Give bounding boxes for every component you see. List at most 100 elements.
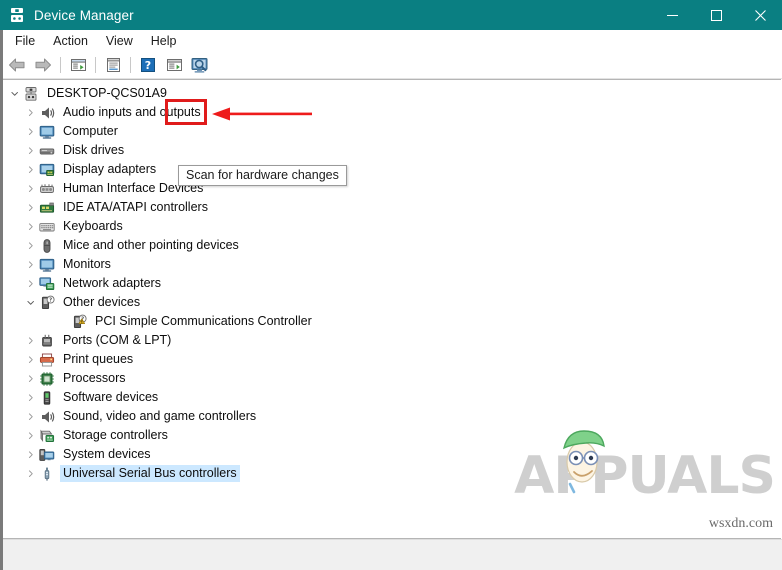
close-button[interactable] <box>738 0 782 30</box>
window-controls <box>650 0 782 30</box>
chevron-right-icon[interactable] <box>23 198 39 217</box>
forward-button[interactable] <box>30 54 56 76</box>
chevron-right-icon[interactable] <box>23 388 39 407</box>
tree-item-label: Monitors <box>63 257 111 271</box>
chevron-down-icon[interactable] <box>7 84 23 103</box>
tree-item-processors[interactable]: Processors <box>1 369 781 388</box>
tree-item-monitors[interactable]: Monitors <box>1 255 781 274</box>
tree-item-label: Disk drives <box>63 143 125 157</box>
chevron-right-icon[interactable] <box>23 426 39 445</box>
tree-item-ide-ata-atapi-controllers[interactable]: IDE ATA/ATAPI controllers <box>1 198 781 217</box>
chevron-right-icon[interactable] <box>23 274 39 293</box>
device-tree-pane: DESKTOP-QCS01A9 Audio inputs and outputs C… <box>1 79 781 539</box>
chevron-right-icon[interactable] <box>23 160 39 179</box>
speaker-icon <box>39 105 55 121</box>
chevron-right-icon[interactable] <box>23 122 39 141</box>
chevron-right-icon[interactable] <box>23 217 39 236</box>
show-hide-console-tree-button[interactable] <box>65 54 91 76</box>
tree-item-universal-serial-bus-controllers[interactable]: Universal Serial Bus controllers <box>1 464 781 483</box>
chevron-down-icon[interactable] <box>23 293 39 312</box>
tree-item-mice-and-other-pointing-devices[interactable]: Mice and other pointing devices <box>1 236 781 255</box>
properties-icon <box>105 57 122 73</box>
tree-item-audio-inputs-and-outputs[interactable]: Audio inputs and outputs <box>1 103 781 122</box>
tree-item-disk-drives[interactable]: Disk drives <box>1 141 781 160</box>
unknown-device-icon: ? <box>39 295 55 311</box>
tree-item-desktop-qcs01a9[interactable]: DESKTOP-QCS01A9 <box>1 84 781 103</box>
processor-icon <box>39 371 55 387</box>
chevron-none <box>55 312 71 331</box>
tree-item-network-adapters[interactable]: Network adapters <box>1 274 781 293</box>
tree-item-label: Mice and other pointing devices <box>63 238 239 252</box>
back-button[interactable] <box>4 54 30 76</box>
svg-text:?: ? <box>145 59 151 72</box>
chevron-right-icon[interactable] <box>23 179 39 198</box>
tree-item-sound-video-and-game-controllers[interactable]: Sound, video and game controllers <box>1 407 781 426</box>
update-driver-icon <box>166 57 183 73</box>
help-button[interactable]: ? <box>135 54 161 76</box>
menu-item-help[interactable]: Help <box>142 32 186 50</box>
tree-item-storage-controllers[interactable]: Storage controllers <box>1 426 781 445</box>
tree-item-pci-simple-communications-controller[interactable]: ? PCI Simple Communications Controller <box>1 312 781 331</box>
tree-item-label: Print queues <box>63 352 134 366</box>
monitor-icon <box>39 124 55 140</box>
tree-item-label: Sound, video and game controllers <box>63 409 257 423</box>
chevron-right-icon[interactable] <box>23 407 39 426</box>
tree-item-ports-com-lpt[interactable]: Ports (COM & LPT) <box>1 331 781 350</box>
tree-item-label: Storage controllers <box>63 428 168 442</box>
chevron-right-icon[interactable] <box>23 103 39 122</box>
software-device-icon <box>39 390 55 406</box>
system-device-icon <box>39 447 55 463</box>
chevron-right-icon[interactable] <box>23 331 39 350</box>
chevron-right-icon[interactable] <box>23 236 39 255</box>
monitor-icon <box>39 257 55 273</box>
toolbar-separator-2 <box>95 57 96 73</box>
scan-hardware-icon <box>190 57 210 74</box>
window-title: Device Manager <box>34 7 134 23</box>
ide-controller-icon <box>39 200 55 216</box>
tree-item-display-adapters[interactable]: Display adapters <box>1 160 781 179</box>
update-driver-button[interactable] <box>161 54 187 76</box>
chevron-right-icon[interactable] <box>23 445 39 464</box>
tree-item-other-devices[interactable]: ? Other devices <box>1 293 781 312</box>
device-tree[interactable]: DESKTOP-QCS01A9 Audio inputs and outputs C… <box>1 80 781 538</box>
tree-item-system-devices[interactable]: System devices <box>1 445 781 464</box>
status-bar <box>0 0 782 570</box>
printer-icon <box>39 352 55 368</box>
menu-item-view[interactable]: View <box>97 32 142 50</box>
svg-text:?: ? <box>49 297 52 303</box>
speaker-icon <box>39 409 55 425</box>
port-icon <box>39 333 55 349</box>
tree-item-label: DESKTOP-QCS01A9 <box>47 86 167 100</box>
tree-item-computer[interactable]: Computer <box>1 122 781 141</box>
chevron-right-icon[interactable] <box>23 255 39 274</box>
tree-item-label: Ports (COM & LPT) <box>63 333 172 347</box>
disk-drive-icon <box>39 143 55 159</box>
network-adapter-icon <box>39 276 55 292</box>
back-arrow-icon <box>8 57 26 73</box>
scan-for-hardware-changes-button[interactable] <box>187 54 213 76</box>
properties-button[interactable] <box>100 54 126 76</box>
tree-item-keyboards[interactable]: Keyboards <box>1 217 781 236</box>
menu-bar: File Action View Help <box>0 30 782 52</box>
tree-item-label: Universal Serial Bus controllers <box>60 465 240 482</box>
display-adapter-icon <box>39 162 55 178</box>
maximize-button[interactable] <box>694 0 738 30</box>
usb-icon <box>39 466 55 482</box>
minimize-button[interactable] <box>650 0 694 30</box>
tree-item-label: Audio inputs and outputs <box>63 105 201 119</box>
menu-item-action[interactable]: Action <box>44 32 97 50</box>
computer-root-icon <box>23 86 39 102</box>
tree-item-print-queues[interactable]: Print queues <box>1 350 781 369</box>
tree-item-label: Network adapters <box>63 276 161 290</box>
tree-item-label: IDE ATA/ATAPI controllers <box>63 200 208 214</box>
chevron-right-icon[interactable] <box>23 464 39 483</box>
tree-item-human-interface-devices[interactable]: Human Interface Devices <box>1 179 781 198</box>
tree-item-software-devices[interactable]: Software devices <box>1 388 781 407</box>
chevron-right-icon[interactable] <box>23 350 39 369</box>
chevron-right-icon[interactable] <box>23 369 39 388</box>
tree-item-label: PCI Simple Communications Controller <box>95 314 312 328</box>
chevron-right-icon[interactable] <box>23 141 39 160</box>
tree-item-label: Processors <box>63 371 126 385</box>
menu-item-file[interactable]: File <box>6 32 44 50</box>
tree-item-label: Other devices <box>63 295 141 309</box>
